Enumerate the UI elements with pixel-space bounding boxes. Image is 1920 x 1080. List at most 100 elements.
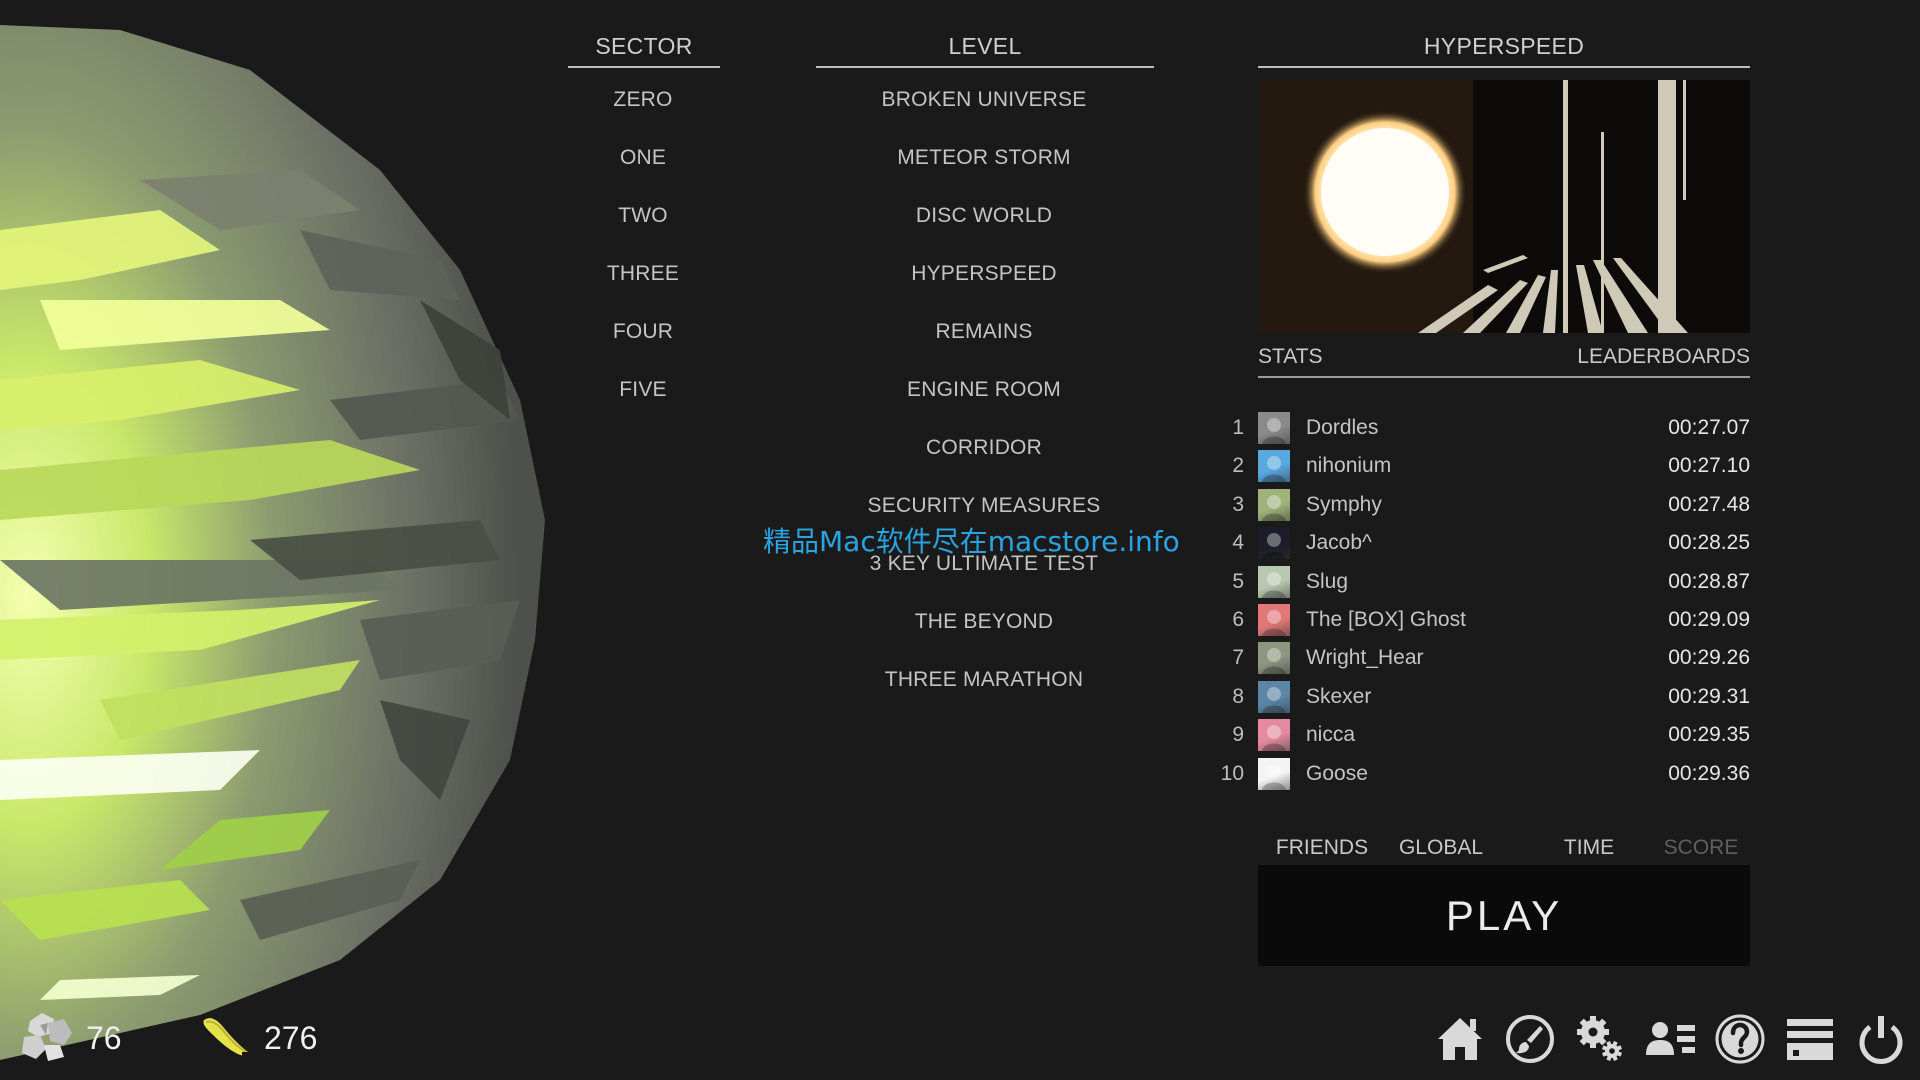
settings-gears-icon xyxy=(1577,1016,1623,1062)
level-item[interactable]: DISC WORLD xyxy=(916,204,1052,228)
banana-count: 276 xyxy=(264,1020,318,1056)
leaderboard-player-name[interactable]: The [BOX] Ghost xyxy=(1306,608,1466,632)
power-icon xyxy=(1859,1016,1903,1064)
sector-item[interactable]: TWO xyxy=(618,204,668,228)
cube-cluster-icon xyxy=(22,1013,72,1061)
home-button[interactable] xyxy=(1434,1013,1486,1065)
play-button[interactable]: PLAY xyxy=(1258,865,1750,966)
leaderboard-row[interactable]: 2 nihonium 00:27.10 xyxy=(1220,450,1750,484)
leaderboard-rank: 5 xyxy=(1232,569,1244,593)
log-button[interactable] xyxy=(1784,1013,1836,1065)
leaderboard-time: 00:28.25 xyxy=(1668,531,1750,555)
tab-global[interactable]: GLOBAL xyxy=(1399,836,1483,860)
leaderboard-time: 00:28.87 xyxy=(1668,569,1750,593)
leaderboard-player-name[interactable]: Skexer xyxy=(1306,685,1371,709)
sector-item[interactable]: FOUR xyxy=(613,320,673,344)
tab-friends[interactable]: FRIENDS xyxy=(1276,836,1368,860)
leaderboard-row[interactable]: 8 Skexer 00:29.31 xyxy=(1220,680,1750,715)
avatar[interactable] xyxy=(1258,680,1290,713)
leaderboard-time: 00:29.31 xyxy=(1668,684,1750,708)
leaderboard-player-name[interactable]: nicca xyxy=(1306,723,1355,747)
log-menu-icon xyxy=(1787,1019,1833,1060)
leaderboard-row[interactable]: 1 Dordles 00:27.07 xyxy=(1220,412,1750,446)
leaderboard-row[interactable]: 10 Goose 00:29.36 xyxy=(1220,757,1750,792)
leaderboard-time: 00:29.35 xyxy=(1668,723,1750,747)
customize-brush-icon xyxy=(1506,1015,1554,1063)
leaderboard-rank: 10 xyxy=(1220,761,1244,785)
leaderboard-time: 00:27.07 xyxy=(1668,416,1750,439)
level-item[interactable]: REMAINS xyxy=(935,320,1032,344)
level-item[interactable]: HYPERSPEED xyxy=(911,262,1057,286)
leaderboard-row[interactable]: 4 Jacob^ 00:28.25 xyxy=(1220,527,1750,561)
leaderboard-time: 00:27.48 xyxy=(1668,492,1750,516)
leaderboard-rank: 6 xyxy=(1232,608,1244,631)
avatar[interactable] xyxy=(1258,642,1290,675)
leaderboard-row[interactable]: 6 The [BOX] Ghost 00:29.09 xyxy=(1220,604,1750,638)
leaderboard-row[interactable]: 3 Symphy 00:27.48 xyxy=(1220,488,1750,523)
low-poly-sphere-art xyxy=(0,25,545,1060)
sector-item[interactable]: ONE xyxy=(620,146,666,170)
sector-item[interactable]: FIVE xyxy=(619,378,666,402)
sector-header: SECTOR xyxy=(568,32,720,68)
level-item[interactable]: 3 KEY ULTIMATE TEST xyxy=(870,552,1099,576)
avatar[interactable] xyxy=(1258,488,1290,521)
level-item[interactable]: ENGINE ROOM xyxy=(907,378,1061,402)
tab-time[interactable]: TIME xyxy=(1564,836,1614,860)
leaderboard-time: 00:29.36 xyxy=(1668,761,1750,785)
avatar[interactable] xyxy=(1258,719,1290,752)
cube-counter: 76 xyxy=(18,1013,158,1061)
avatar[interactable] xyxy=(1258,757,1290,790)
leaderboard-rank: 9 xyxy=(1232,723,1244,747)
avatar[interactable] xyxy=(1258,604,1290,636)
profile-list-icon xyxy=(1646,1022,1695,1055)
level-item[interactable]: THE BEYOND xyxy=(915,610,1054,634)
level-item[interactable]: THREE MARATHON xyxy=(885,668,1083,692)
stats-tab[interactable]: STATS xyxy=(1258,345,1323,369)
leaderboard-player-name[interactable]: Jacob^ xyxy=(1306,531,1372,555)
profile-button[interactable] xyxy=(1644,1013,1696,1065)
sector-item[interactable]: THREE xyxy=(607,262,679,286)
leaderboards-tab[interactable]: LEADERBOARDS xyxy=(1577,345,1750,369)
leaderboard-row[interactable]: 7 Wright_Hear 00:29.26 xyxy=(1220,642,1750,676)
banana-icon xyxy=(203,1018,248,1057)
leaderboard-rank: 2 xyxy=(1232,454,1244,478)
settings-button[interactable] xyxy=(1574,1013,1626,1065)
avatar[interactable] xyxy=(1258,412,1290,444)
leaderboard-player-name[interactable]: Slug xyxy=(1306,570,1348,594)
customize-button[interactable] xyxy=(1504,1013,1556,1065)
stats-divider xyxy=(1258,376,1750,378)
leaderboard-rank: 3 xyxy=(1232,492,1244,516)
banana-counter: 276 xyxy=(200,1014,360,1060)
leaderboard-rank: 1 xyxy=(1232,416,1244,439)
sector-item[interactable]: ZERO xyxy=(613,88,672,112)
level-item[interactable]: METEOR STORM xyxy=(897,146,1071,170)
avatar[interactable] xyxy=(1258,565,1290,598)
avatar[interactable] xyxy=(1258,450,1290,483)
level-item[interactable]: CORRIDOR xyxy=(926,436,1042,460)
quit-button[interactable] xyxy=(1855,1013,1907,1065)
leaderboard-time: 00:27.10 xyxy=(1668,454,1750,478)
level-item[interactable]: BROKEN UNIVERSE xyxy=(882,88,1087,112)
leaderboard-player-name[interactable]: nihonium xyxy=(1306,454,1391,478)
avatar[interactable] xyxy=(1258,527,1290,560)
help-icon xyxy=(1715,1014,1765,1064)
level-item[interactable]: SECURITY MEASURES xyxy=(868,494,1101,518)
cube-count: 76 xyxy=(86,1020,122,1056)
leaderboard-player-name[interactable]: Goose xyxy=(1306,762,1368,786)
leaderboard-time: 00:29.26 xyxy=(1668,646,1750,670)
leaderboard-rank: 8 xyxy=(1232,684,1244,708)
selected-level-header: HYPERSPEED xyxy=(1258,32,1750,68)
help-button[interactable] xyxy=(1714,1013,1766,1065)
leaderboard-player-name[interactable]: Symphy xyxy=(1306,493,1382,517)
leaderboard-rank: 4 xyxy=(1232,531,1244,555)
leaderboard-time: 00:29.09 xyxy=(1668,608,1750,631)
leaderboard-rank: 7 xyxy=(1232,646,1244,670)
level-header: LEVEL xyxy=(816,32,1154,68)
leaderboard-player-name[interactable]: Wright_Hear xyxy=(1306,646,1424,670)
level-preview-image xyxy=(1258,80,1750,333)
tab-score[interactable]: SCORE xyxy=(1664,836,1739,860)
leaderboard-row[interactable]: 9 nicca 00:29.35 xyxy=(1220,719,1750,753)
home-icon xyxy=(1438,1018,1482,1060)
leaderboard-player-name[interactable]: Dordles xyxy=(1306,416,1378,440)
leaderboard-row[interactable]: 5 Slug 00:28.87 xyxy=(1220,565,1750,600)
